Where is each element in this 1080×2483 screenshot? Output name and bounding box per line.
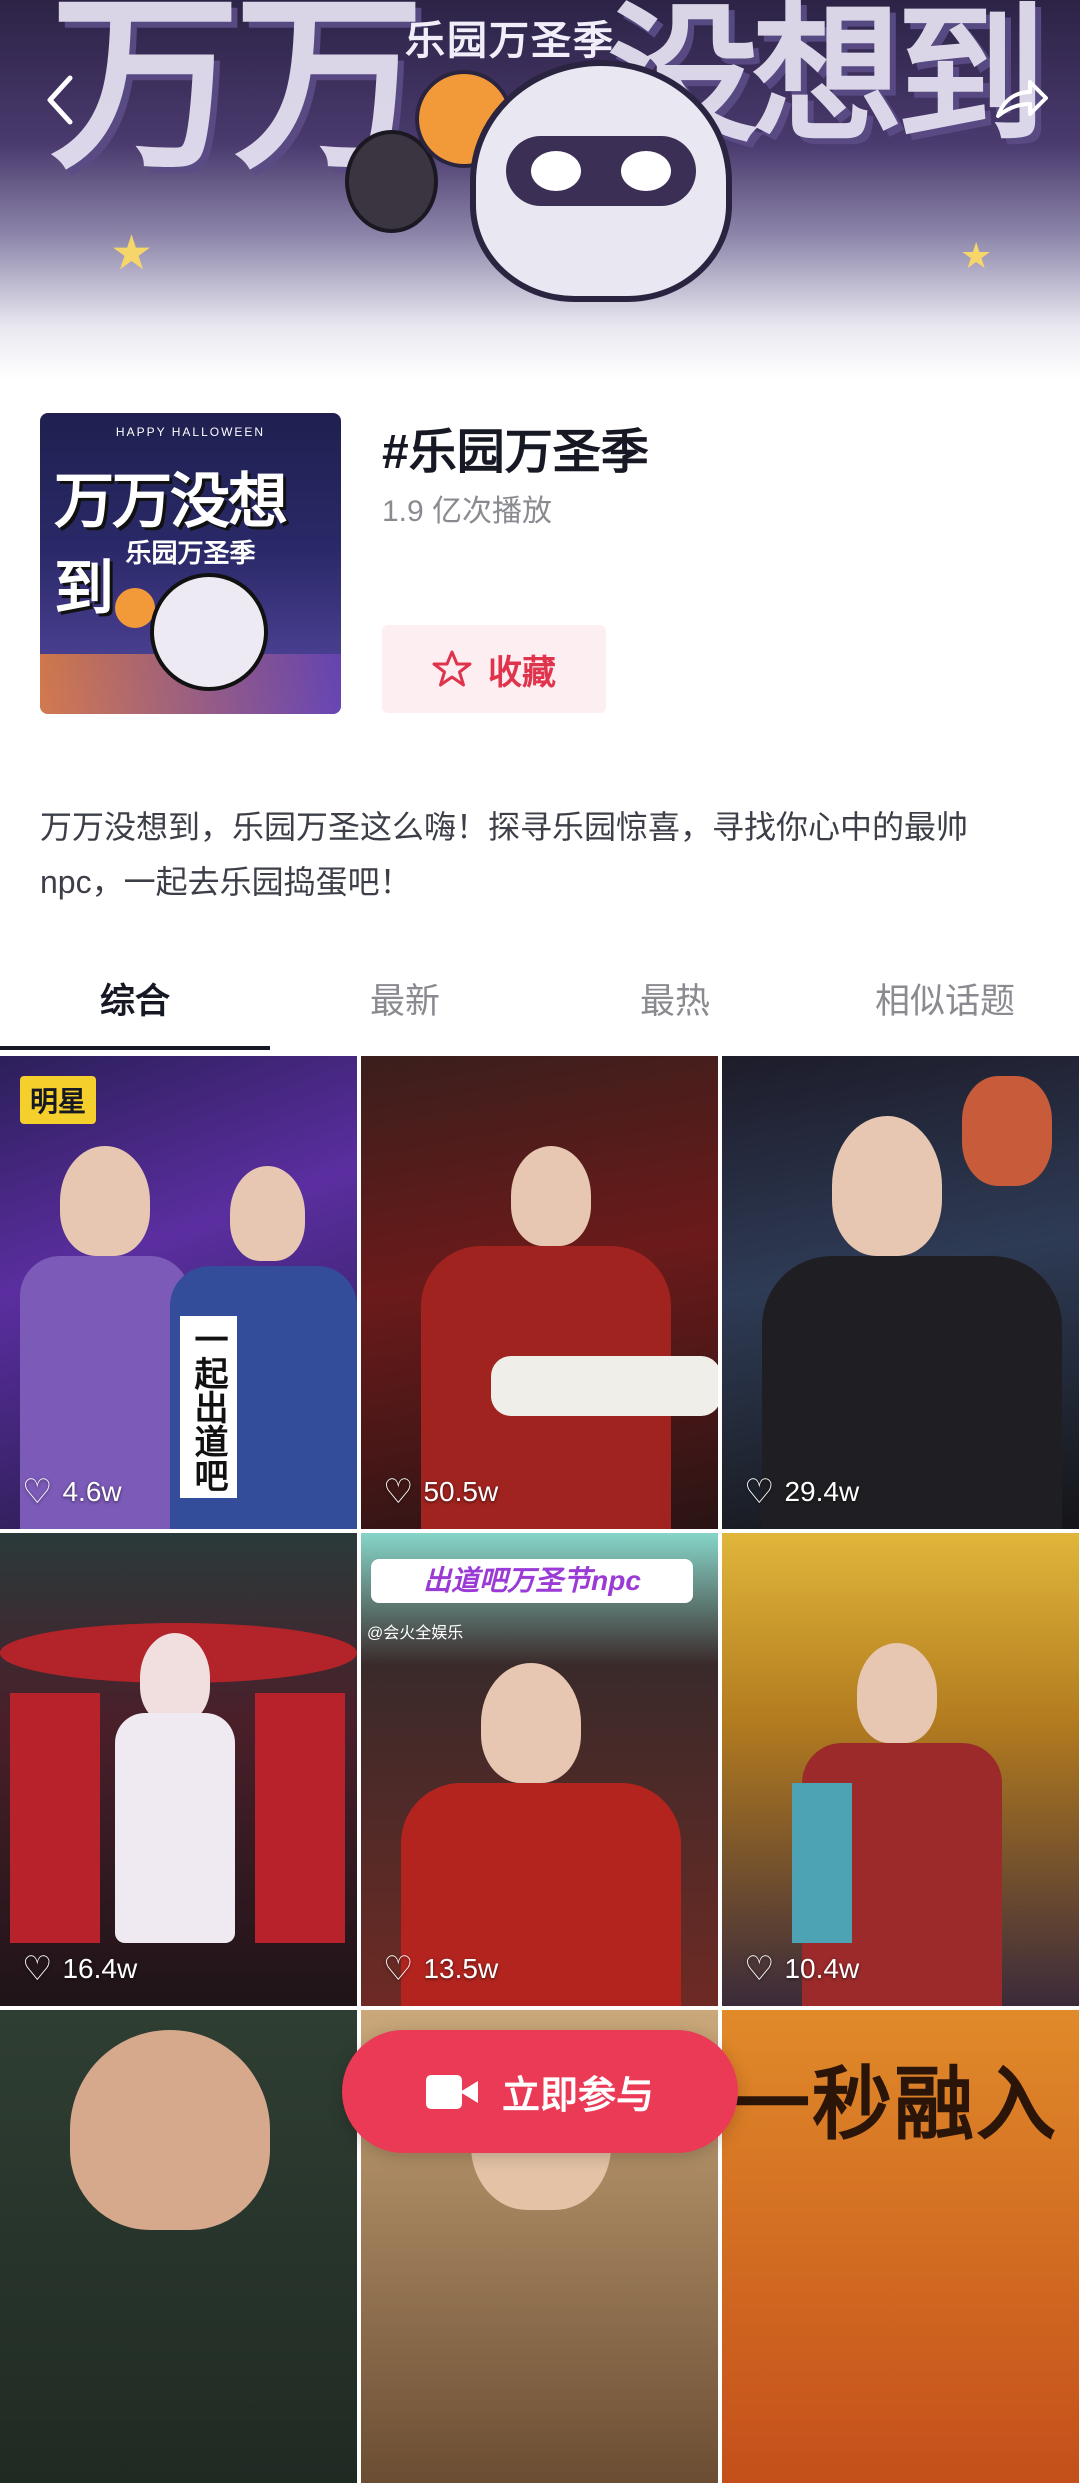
video-overlay-text: 一起出道吧 (180, 1316, 237, 1498)
play-count: 1.9 亿次播放 (382, 495, 553, 528)
cover-subtitle: 乐园万圣季 (125, 538, 256, 568)
like-count: ♡ 13.5w (383, 1950, 499, 1988)
video-card[interactable]: 一秒融入 (722, 2010, 1079, 2483)
like-count: ♡ 16.4w (22, 1950, 138, 1988)
favorite-label: 收藏 (488, 653, 556, 692)
topic-title: #乐园万圣季 (382, 426, 649, 479)
topic-banner: 万万 没想到 乐园万圣季 ★ ★ (0, 0, 1080, 380)
celebrity-badge: 明星 (20, 1076, 97, 1124)
video-camera-icon (425, 2074, 478, 2109)
tab-similar-topics[interactable]: 相似话题 (810, 970, 1080, 1050)
video-card[interactable]: ♡ 29.4w (722, 1056, 1079, 1529)
video-overlay-text: 一秒融入 (730, 2060, 1058, 2149)
heart-icon: ♡ (22, 1473, 53, 1511)
banner-subtitle: 乐园万圣季 (405, 19, 615, 63)
cover-top-text: HAPPY HALLOWEEN (115, 425, 266, 439)
video-card[interactable]: ♡ 10.4w (722, 1533, 1079, 2006)
heart-icon: ♡ (744, 1473, 775, 1511)
join-now-label: 立即参与 (501, 2075, 654, 2117)
topic-cover-image: HAPPY HALLOWEEN 万万没想到 乐园万圣季 (40, 413, 341, 714)
heart-icon: ♡ (383, 1473, 414, 1511)
tab-hottest[interactable]: 最热 (540, 970, 810, 1050)
star-decoration: ★ (960, 235, 993, 276)
video-card[interactable] (0, 2010, 357, 2483)
chevron-left-icon (47, 75, 73, 125)
heart-icon: ♡ (383, 1950, 414, 1988)
video-card[interactable]: 出道吧万圣节npc @会火全娱乐 ♡ 13.5w (361, 1533, 718, 2006)
share-button[interactable] (990, 70, 1050, 130)
tab-comprehensive[interactable]: 综合 (0, 970, 270, 1050)
heart-icon: ♡ (22, 1950, 53, 1988)
tab-bar: 综合 最新 最热 相似话题 (0, 970, 1080, 1050)
join-now-button[interactable]: 立即参与 (342, 2030, 738, 2153)
favorite-button[interactable]: 收藏 (382, 625, 606, 713)
video-card[interactable]: 一起出道吧 明星 ♡ 4.6w (0, 1056, 357, 1529)
heart-icon: ♡ (744, 1950, 775, 1988)
like-count: ♡ 10.4w (744, 1950, 860, 1988)
back-button[interactable] (30, 70, 90, 130)
like-count: ♡ 50.5w (383, 1473, 499, 1511)
video-card[interactable]: ♡ 50.5w (361, 1056, 718, 1529)
video-card[interactable]: ♡ 16.4w (0, 1533, 357, 2006)
video-overlay-title: 出道吧万圣节npc (371, 1559, 693, 1603)
mascot-illustration (470, 60, 732, 302)
star-decoration: ★ (110, 227, 154, 280)
tab-latest[interactable]: 最新 (270, 970, 540, 1050)
video-overlay-account: @会火全娱乐 (367, 1625, 464, 1642)
like-count: ♡ 4.6w (22, 1473, 122, 1511)
share-arrow-icon (996, 80, 1048, 118)
like-count: ♡ 29.4w (744, 1473, 860, 1511)
topic-description: 万万没想到，乐园万圣这么嗨！探寻乐园惊喜，寻找你心中的最帅npc，一起去乐园捣蛋… (40, 809, 969, 900)
star-outline-icon (432, 650, 472, 687)
